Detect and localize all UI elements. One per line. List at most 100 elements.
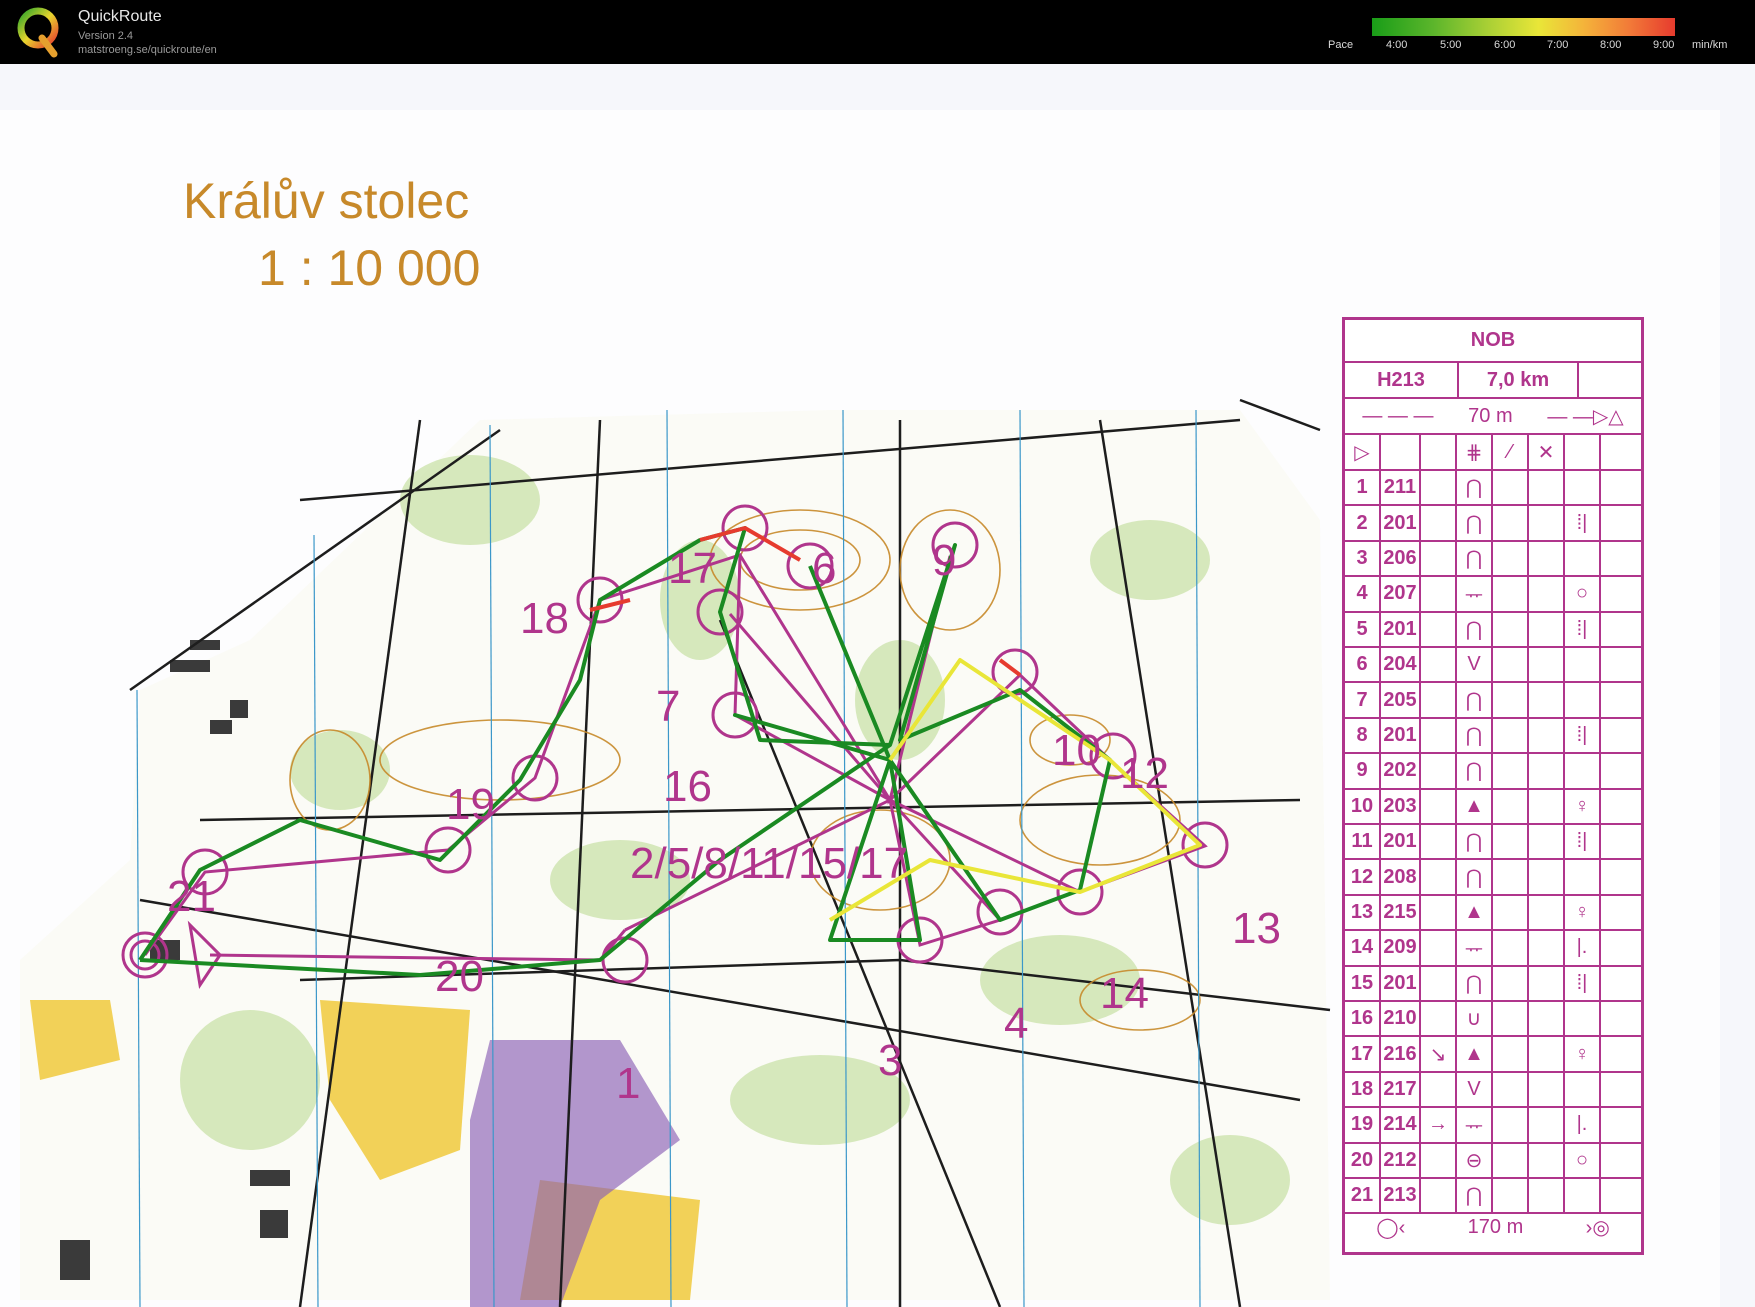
desc-location-symbol bbox=[1565, 648, 1601, 682]
desc-cell bbox=[1493, 471, 1529, 505]
desc-location-symbol: ⁞| bbox=[1565, 966, 1601, 1000]
desc-cell bbox=[1493, 825, 1529, 859]
desc-control-code: 201 bbox=[1381, 612, 1421, 646]
desc-cell bbox=[1493, 541, 1529, 576]
desc-cell bbox=[1601, 860, 1641, 893]
desc-control-code: 209 bbox=[1381, 931, 1421, 965]
desc-feature-symbol: V bbox=[1457, 1072, 1493, 1107]
desc-start-marking: 70 m bbox=[1468, 404, 1513, 427]
desc-cell bbox=[1529, 860, 1565, 894]
desc-header-row: ▷ ⋕ ⁄ ✕ bbox=[1345, 435, 1641, 471]
desc-cell bbox=[1601, 577, 1641, 610]
desc-direction bbox=[1421, 931, 1457, 965]
desc-feature-symbol: ▲ bbox=[1457, 1037, 1493, 1071]
desc-row: 20 212 ⊖ ○ bbox=[1345, 1143, 1641, 1179]
desc-control-order: 5 bbox=[1345, 612, 1381, 646]
pace-tick: 6:00 bbox=[1494, 39, 1516, 51]
app-title: QuickRoute bbox=[78, 8, 162, 25]
desc-cell bbox=[1601, 1144, 1641, 1177]
desc-control-order: 9 bbox=[1345, 754, 1381, 788]
control-number: 18 bbox=[520, 594, 569, 643]
desc-location-symbol: ♀ bbox=[1565, 789, 1601, 823]
desc-feature-symbol: ⋂ bbox=[1457, 683, 1493, 717]
desc-row: 1 211 ⋂ bbox=[1345, 471, 1641, 507]
desc-control-code: 208 bbox=[1381, 860, 1421, 894]
desc-class-row: H213 7,0 km bbox=[1345, 363, 1641, 399]
desc-cell bbox=[1601, 825, 1641, 858]
desc-row: 19 214 → ᅲ |. bbox=[1345, 1108, 1641, 1144]
desc-row: 11 201 ⋂ ⁞| bbox=[1345, 825, 1641, 861]
desc-cell bbox=[1601, 1002, 1641, 1035]
control-number: 21 bbox=[167, 872, 216, 921]
desc-control-code: 201 bbox=[1381, 718, 1421, 753]
desc-direction bbox=[1421, 683, 1457, 717]
desc-feature-symbol: ⋂ bbox=[1457, 825, 1493, 859]
cross-icon: ✕ bbox=[1529, 435, 1565, 469]
desc-location-symbol bbox=[1565, 754, 1601, 788]
desc-direction bbox=[1421, 648, 1457, 682]
desc-cell bbox=[1601, 506, 1641, 539]
desc-direction bbox=[1421, 718, 1457, 753]
control-number: 13 bbox=[1232, 904, 1281, 953]
desc-cell bbox=[1493, 612, 1529, 646]
quickroute-logo-icon bbox=[17, 7, 59, 58]
desc-cell bbox=[1529, 789, 1565, 823]
desc-control-code: 212 bbox=[1381, 1143, 1421, 1177]
desc-location-symbol: ⁞| bbox=[1565, 612, 1601, 646]
desc-cell bbox=[1601, 1073, 1641, 1106]
desc-control-code: 216 bbox=[1381, 1037, 1421, 1071]
control-number: 19 bbox=[446, 780, 495, 829]
desc-location-symbol bbox=[1565, 541, 1601, 576]
control-number: 14 bbox=[1100, 969, 1149, 1018]
arrow-to-start-icon: — —▷△ bbox=[1547, 405, 1624, 428]
desc-cell bbox=[1493, 754, 1529, 788]
desc-finish-marking: 170 m bbox=[1467, 1215, 1524, 1238]
desc-cell bbox=[1529, 931, 1565, 965]
desc-feature-symbol: ⋂ bbox=[1457, 754, 1493, 788]
desc-direction bbox=[1421, 966, 1457, 1000]
desc-direction: → bbox=[1421, 1108, 1457, 1142]
desc-control-order: 19 bbox=[1345, 1108, 1381, 1142]
desc-control-order: 16 bbox=[1345, 1002, 1381, 1036]
desc-control-order: 11 bbox=[1345, 825, 1381, 859]
desc-control-code: 205 bbox=[1381, 683, 1421, 717]
desc-direction bbox=[1421, 754, 1457, 788]
desc-location-symbol bbox=[1565, 1072, 1601, 1107]
control-number: 16 bbox=[663, 762, 712, 811]
pace-label: Pace bbox=[1328, 39, 1354, 51]
desc-direction bbox=[1421, 471, 1457, 505]
desc-location-symbol: ⁞| bbox=[1565, 506, 1601, 540]
desc-cell bbox=[1493, 1072, 1529, 1107]
desc-control-code: 204 bbox=[1381, 648, 1421, 682]
desc-feature-symbol: ⋂ bbox=[1457, 612, 1493, 646]
desc-direction bbox=[1421, 612, 1457, 646]
pace-color-scale bbox=[1372, 18, 1675, 36]
desc-cell bbox=[1601, 1037, 1641, 1070]
desc-feature-symbol: ᅲ bbox=[1457, 577, 1493, 611]
desc-cell bbox=[1529, 1072, 1565, 1107]
desc-cell bbox=[1601, 471, 1641, 504]
desc-feature-symbol: ⋂ bbox=[1457, 966, 1493, 1000]
desc-control-order: 12 bbox=[1345, 860, 1381, 894]
orienteering-map[interactable]: Králův stolec 1 : 10 000 1 2/5/8/11/15/1… bbox=[0, 64, 1755, 1307]
app-url-link[interactable]: matstroeng.se/quickroute/en bbox=[78, 44, 217, 56]
desc-cell bbox=[1601, 790, 1641, 823]
desc-control-code: 214 bbox=[1381, 1108, 1421, 1142]
desc-location-symbol bbox=[1565, 471, 1601, 505]
desc-direction bbox=[1421, 789, 1457, 823]
desc-row: 5 201 ⋂ ⁞| bbox=[1345, 612, 1641, 648]
desc-row: 6 204 V bbox=[1345, 648, 1641, 684]
desc-control-order: 7 bbox=[1345, 683, 1381, 717]
start-triangle-icon: ▷ bbox=[1345, 435, 1381, 469]
desc-control-order: 13 bbox=[1345, 895, 1381, 930]
control-number: 3 bbox=[878, 1036, 903, 1085]
crossing-icon: ⋕ bbox=[1457, 435, 1493, 469]
desc-feature-symbol: ⋂ bbox=[1457, 506, 1493, 540]
pace-unit: min/km bbox=[1692, 39, 1728, 51]
desc-row: 2 201 ⋂ ⁞| bbox=[1345, 506, 1641, 542]
desc-row: 3 206 ⋂ bbox=[1345, 541, 1641, 578]
desc-cell bbox=[1529, 718, 1565, 753]
desc-cell bbox=[1493, 577, 1529, 611]
desc-direction bbox=[1421, 577, 1457, 611]
desc-control-code: 201 bbox=[1381, 506, 1421, 540]
